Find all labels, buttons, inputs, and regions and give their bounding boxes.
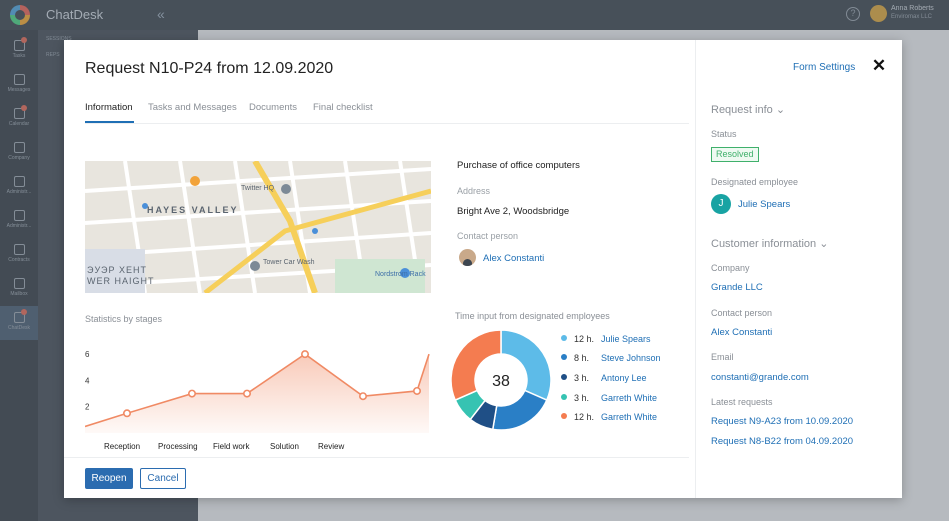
info-sidebar: Request info ⌄ Status Resolved Designate…: [695, 40, 902, 498]
latest-request-link[interactable]: Request N8-B22 from 04.09.2020: [711, 436, 853, 447]
x-tick-label: Review: [318, 442, 344, 451]
map-label: ЭУЭР ХЕНТ: [87, 265, 147, 275]
legend-dot: [561, 354, 567, 360]
contact-avatar: [459, 249, 476, 266]
customer-contact-link[interactable]: Alex Constanti: [711, 327, 772, 338]
data-point: [243, 389, 252, 398]
employee-link[interactable]: Steve Johnson: [601, 353, 661, 363]
tab-tasks-and-messages[interactable]: Tasks and Messages: [148, 102, 237, 113]
request-info-toggle[interactable]: Request info ⌄: [711, 103, 785, 116]
legend-dot: [561, 394, 567, 400]
footer-divider: [64, 457, 689, 458]
map-label: WER HAIGHT: [87, 276, 155, 286]
tab-divider: [85, 123, 689, 124]
legend-row: 3 h. Antony Lee: [561, 373, 647, 385]
tab-final-checklist[interactable]: Final checklist: [313, 102, 373, 113]
customer-info-toggle[interactable]: Customer information ⌄: [711, 237, 828, 250]
location-map[interactable]: HAYES VALLEY Twitter HQ Tower Car Wash N…: [85, 161, 431, 293]
request-subject: Purchase of office computers: [457, 160, 580, 171]
stats-title: Statistics by stages: [85, 314, 163, 324]
status-badge: Resolved: [711, 147, 759, 162]
x-tick-label: Processing: [158, 442, 198, 451]
address-label: Address: [457, 186, 491, 196]
map-label: HAYES VALLEY: [147, 205, 239, 215]
area-fill: [85, 354, 429, 433]
data-point: [412, 386, 421, 395]
designated-employee-link[interactable]: Julie Spears: [738, 199, 790, 210]
y-tick-label: 4: [85, 376, 90, 385]
latest-requests-label: Latest requests: [711, 397, 773, 407]
chevron-down-icon: ⌄: [775, 104, 786, 116]
legend-hours: 8 h.: [574, 353, 590, 363]
x-tick-label: Reception: [104, 442, 140, 451]
data-point: [122, 409, 131, 418]
data-point: [188, 389, 197, 398]
cancel-button[interactable]: Cancel: [140, 468, 186, 489]
employee-link[interactable]: Garreth White: [601, 412, 657, 422]
company-label: Company: [711, 263, 750, 273]
request-info-heading: Request info: [711, 104, 773, 116]
tab-documents[interactable]: Documents: [249, 102, 297, 113]
time-input-title: Time input from designated employees: [455, 311, 610, 321]
email-link[interactable]: constanti@grande.com: [711, 372, 809, 383]
map-label: Twitter HQ: [241, 185, 275, 192]
legend-dot: [561, 413, 567, 419]
legend-row: 12 h. Julie Spears: [561, 334, 651, 346]
employee-avatar: J: [711, 194, 731, 214]
reopen-button[interactable]: Reopen: [85, 468, 133, 489]
donut-total-label: 38: [492, 373, 510, 390]
donut-slice: [491, 389, 548, 431]
chevron-down-icon: ⌄: [819, 238, 829, 250]
y-tick-label: 6: [85, 350, 90, 359]
employee-link[interactable]: Garreth White: [601, 393, 657, 403]
employee-link[interactable]: Julie Spears: [601, 334, 651, 344]
customer-contact-label: Contact person: [711, 308, 773, 318]
legend-hours: 3 h.: [574, 373, 590, 383]
request-modal: Request N10-P24 from 12.09.2020 Form Set…: [64, 40, 902, 498]
latest-request-link[interactable]: Request N9-A23 from 10.09.2020: [711, 416, 853, 427]
email-label: Email: [711, 352, 734, 362]
status-label: Status: [711, 129, 737, 139]
legend-row: 12 h. Garreth White: [561, 412, 657, 424]
legend-dot: [561, 335, 567, 341]
time-donut-chart: 38: [450, 329, 552, 431]
designated-employee-label: Designated employee: [711, 177, 799, 187]
address-value: Bright Ave 2, Woodsbridge: [457, 206, 570, 217]
legend-row: 3 h. Garreth White: [561, 393, 657, 405]
x-tick-label: Solution: [270, 442, 299, 451]
stats-area-chart: 2 4 6 Reception Processing Field work Solution…: [85, 350, 430, 451]
contact-label: Contact person: [457, 231, 519, 241]
map-label: Nordstrom Rack: [375, 271, 426, 278]
data-point: [358, 392, 367, 401]
legend-dot: [561, 374, 567, 380]
employee-link[interactable]: Antony Lee: [601, 373, 647, 383]
x-tick-label: Field work: [213, 442, 250, 451]
legend-row: 8 h. Steve Johnson: [561, 353, 661, 365]
legend-hours: 3 h.: [574, 393, 590, 403]
contact-link[interactable]: Alex Constanti: [483, 253, 544, 264]
customer-info-heading: Customer information: [711, 238, 817, 250]
tab-information[interactable]: Information: [85, 102, 133, 113]
map-label: Tower Car Wash: [263, 259, 315, 266]
data-point: [301, 350, 310, 359]
y-tick-label: 2: [85, 403, 90, 412]
legend-hours: 12 h.: [574, 412, 595, 422]
company-link[interactable]: Grande LLC: [711, 282, 763, 293]
modal-title: Request N10-P24 from 12.09.2020: [85, 60, 334, 77]
legend-hours: 12 h.: [574, 334, 595, 344]
